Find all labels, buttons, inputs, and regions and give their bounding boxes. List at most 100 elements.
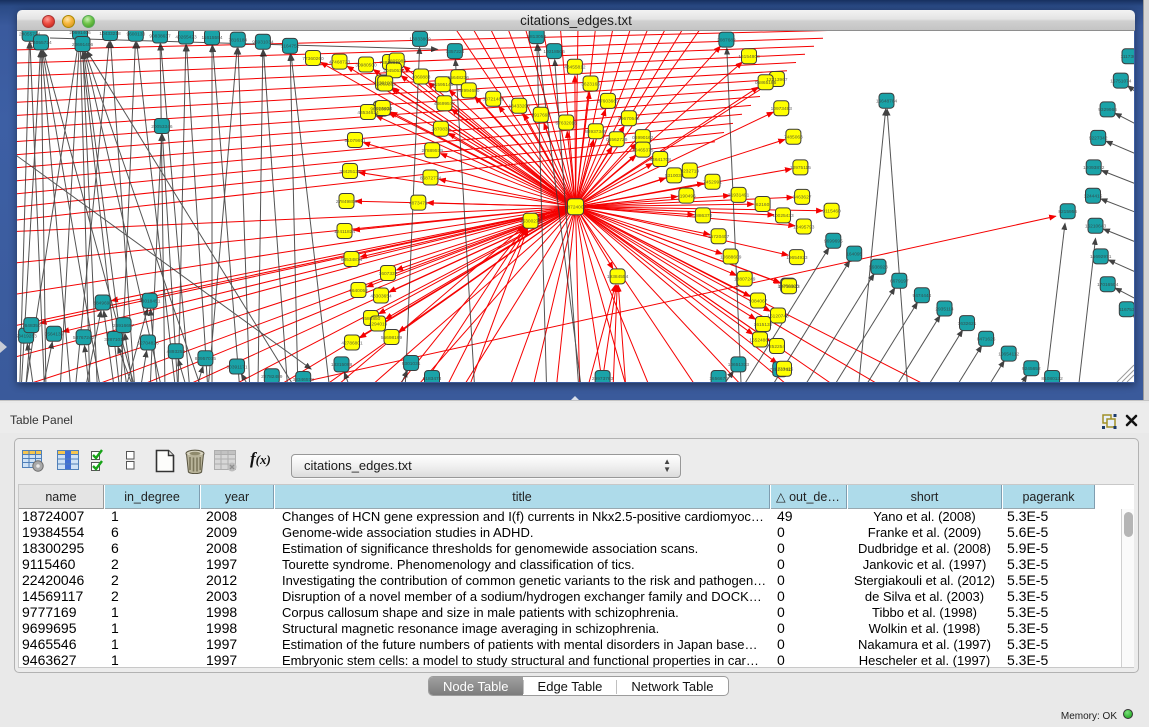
svg-text:15751074: 15751074 — [1110, 78, 1132, 84]
svg-text:19654923: 19654923 — [786, 255, 808, 261]
svg-text:20053346: 20053346 — [151, 124, 173, 130]
svg-text:4294019: 4294019 — [369, 321, 388, 327]
svg-text:18724007: 18724007 — [565, 205, 587, 211]
svg-text:38425135: 38425135 — [339, 169, 361, 175]
svg-text:88937346: 88937346 — [585, 129, 607, 135]
svg-text:62994680: 62994680 — [458, 88, 480, 94]
svg-text:1117304: 1117304 — [1121, 54, 1134, 60]
svg-text:38721489: 38721489 — [483, 97, 505, 103]
svg-text:12975115: 12975115 — [790, 165, 811, 171]
svg-text:11615594: 11615594 — [202, 35, 223, 41]
svg-text:90838637: 90838637 — [149, 33, 171, 39]
svg-text:4586850: 4586850 — [362, 316, 381, 322]
svg-text:09670546: 09670546 — [618, 116, 640, 122]
svg-text:2870831: 2870831 — [432, 127, 451, 133]
svg-text:29973763: 29973763 — [592, 376, 614, 382]
svg-text:62704828: 62704828 — [137, 340, 159, 346]
svg-text:24055724: 24055724 — [19, 32, 41, 38]
svg-text:252254: 252254 — [769, 344, 785, 350]
svg-text:8813054: 8813054 — [527, 34, 546, 40]
svg-text:86872774: 86872774 — [420, 175, 442, 181]
svg-text:0564139: 0564139 — [45, 332, 64, 338]
svg-text:9245652: 9245652 — [1022, 366, 1041, 372]
svg-text:9329966: 9329966 — [1098, 107, 1117, 113]
svg-text:1640052: 1640052 — [349, 288, 368, 294]
svg-text:8471626: 8471626 — [977, 337, 996, 343]
svg-text:15692971: 15692971 — [1090, 254, 1112, 260]
svg-text:15300275: 15300275 — [520, 219, 542, 225]
svg-text:19756923: 19756923 — [778, 284, 800, 290]
svg-text:2935114: 2935114 — [935, 306, 954, 312]
svg-text:18807249: 18807249 — [734, 277, 756, 283]
svg-text:7485063: 7485063 — [784, 135, 803, 141]
svg-text:1244415: 1244415 — [1084, 194, 1103, 200]
svg-text:9463627: 9463627 — [793, 195, 812, 201]
svg-text:27849808: 27849808 — [336, 199, 358, 205]
svg-text:5938923: 5938923 — [869, 265, 888, 271]
svg-text:9227342: 9227342 — [1089, 136, 1108, 142]
svg-text:93534874: 93534874 — [341, 257, 363, 263]
svg-text:30391171: 30391171 — [227, 364, 248, 370]
svg-text:16154808: 16154808 — [738, 54, 760, 60]
svg-text:95931034: 95931034 — [252, 40, 274, 46]
svg-text:1607337: 1607337 — [379, 271, 398, 277]
svg-text:18495793: 18495793 — [793, 224, 815, 230]
svg-text:16524861: 16524861 — [749, 337, 771, 343]
svg-text:10025433: 10025433 — [772, 213, 794, 219]
svg-text:3623166: 3623166 — [581, 81, 600, 87]
svg-text:10688609: 10688609 — [720, 254, 742, 260]
svg-text:55698169: 55698169 — [381, 335, 403, 341]
svg-text:48018451: 48018451 — [139, 299, 161, 305]
svg-text:6679197: 6679197 — [890, 279, 909, 285]
svg-text:9699695: 9699695 — [824, 239, 843, 245]
svg-text:4060883: 4060883 — [412, 74, 431, 80]
svg-text:7886372: 7886372 — [694, 213, 713, 219]
svg-text:13315098: 13315098 — [331, 362, 353, 368]
svg-text:31931491: 31931491 — [728, 193, 750, 199]
svg-text:19384554: 19384554 — [607, 274, 629, 280]
svg-text:64641708: 64641708 — [650, 157, 672, 163]
svg-text:7648350: 7648350 — [22, 323, 41, 329]
svg-text:1733426: 1733426 — [775, 367, 794, 373]
svg-text:16648784: 16648784 — [876, 99, 898, 105]
svg-text:47468723: 47468723 — [329, 59, 351, 65]
svg-text:9474444: 9474444 — [913, 293, 932, 299]
svg-text:10433218: 10433218 — [99, 31, 121, 37]
svg-text:9084067: 9084067 — [749, 298, 768, 304]
svg-text:43455812: 43455812 — [564, 65, 586, 71]
svg-text:13433200: 13433200 — [509, 104, 531, 110]
svg-text:20691406: 20691406 — [72, 42, 94, 48]
svg-text:20691406: 20691406 — [69, 31, 91, 36]
svg-text:16033809: 16033809 — [409, 37, 431, 43]
svg-text:43699577: 43699577 — [434, 101, 456, 107]
svg-text:9115460: 9115460 — [822, 209, 841, 215]
svg-text:2087682: 2087682 — [717, 37, 736, 43]
svg-text:7917693: 7917693 — [531, 113, 550, 119]
svg-text:12411824: 12411824 — [334, 229, 355, 235]
svg-text:2805982: 2805982 — [387, 58, 406, 64]
svg-text:24055724: 24055724 — [30, 40, 52, 46]
svg-text:5183473: 5183473 — [423, 376, 442, 382]
svg-text:42786801: 42786801 — [341, 340, 363, 346]
svg-text:7452991: 7452991 — [703, 180, 722, 186]
svg-text:27889579: 27889579 — [422, 148, 444, 154]
svg-text:38346578: 38346578 — [293, 377, 315, 382]
svg-text:4893252: 4893252 — [166, 349, 185, 355]
svg-text:77360260: 77360260 — [302, 56, 324, 62]
svg-text:7632621: 7632621 — [958, 321, 977, 327]
svg-text:22782489: 22782489 — [261, 374, 283, 380]
svg-text:06990162: 06990162 — [632, 135, 654, 141]
svg-text:6025634: 6025634 — [373, 106, 392, 112]
svg-text:67632016: 67632016 — [556, 120, 578, 126]
svg-text:20450533: 20450533 — [383, 68, 405, 74]
svg-text:164095: 164095 — [846, 251, 862, 257]
svg-text:10654112: 10654112 — [998, 351, 1019, 357]
svg-text:8215956: 8215956 — [1058, 209, 1077, 215]
svg-text:81080132: 81080132 — [1041, 376, 1063, 382]
svg-text:06562729: 06562729 — [606, 137, 628, 143]
svg-text:4873471: 4873471 — [409, 200, 428, 206]
svg-text:43303654: 43303654 — [370, 293, 392, 299]
svg-text:9600133: 9600133 — [126, 32, 145, 38]
svg-text:1656670: 1656670 — [709, 376, 728, 382]
svg-text:10651333: 10651333 — [728, 362, 750, 368]
